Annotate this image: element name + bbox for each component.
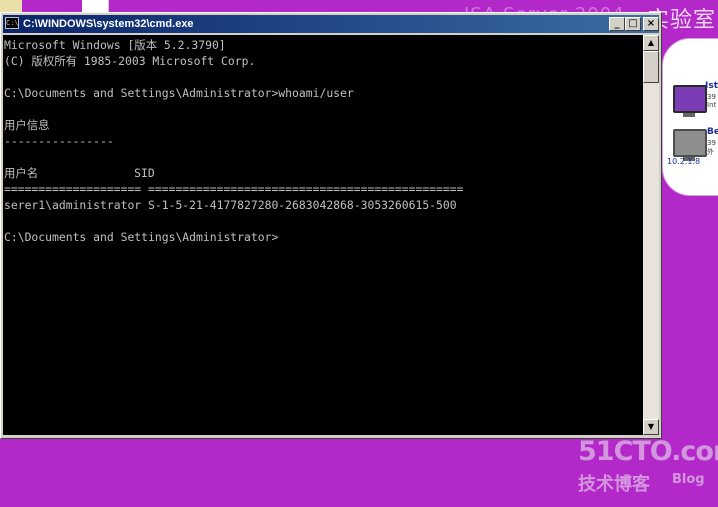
watermark-blog: Blog	[672, 472, 705, 487]
console-line: C:\Documents and Settings\Administrator>…	[4, 86, 354, 100]
computer-monitor-icon	[673, 129, 707, 161]
watermark-sub: 技术博客	[578, 474, 650, 495]
watermark-main: 51CTO.com	[578, 436, 718, 467]
close-button[interactable]: ×	[643, 17, 659, 31]
node-label: Ista	[705, 81, 718, 91]
node-sub: Int	[707, 101, 717, 109]
console-line: ----------------	[4, 134, 114, 148]
title-bar[interactable]: C:\ C:\WINDOWS\system32\cmd.exe _ □ ×	[3, 15, 659, 33]
vertical-scrollbar[interactable]: ▲ ▼	[643, 35, 659, 435]
console-line: serer1\administrator S-1-5-21-4177827280…	[4, 198, 457, 212]
console-output[interactable]: Microsoft Windows [版本 5.2.3790] (C) 版权所有…	[3, 35, 643, 435]
scroll-up-button[interactable]: ▲	[643, 35, 659, 51]
console-line: 用户信息	[4, 118, 50, 132]
cmd-window: C:\ C:\WINDOWS\system32\cmd.exe _ □ × Mi…	[0, 12, 662, 439]
node-ip: 10.2.1.8	[667, 157, 701, 166]
maximize-button[interactable]: □	[625, 17, 641, 31]
console-line: 用户名 SID	[4, 166, 155, 180]
minimize-button[interactable]: _	[609, 17, 625, 31]
console-line: ==================== ===================…	[4, 182, 464, 196]
computer-monitor-icon	[673, 85, 707, 117]
console-line: C:\Documents and Settings\Administrator>	[4, 230, 279, 244]
scroll-down-button[interactable]: ▼	[643, 419, 659, 435]
console-line: Microsoft Windows [版本 5.2.3790]	[4, 38, 226, 52]
network-diagram: Ista 39 Int Be 39 外 10.2.1.8	[662, 38, 718, 196]
cmd-icon[interactable]: C:\	[5, 17, 19, 29]
desktop-shortcut-icon[interactable]	[0, 0, 22, 12]
desktop-shortcut-icon-2[interactable]	[82, 0, 109, 12]
node-sub: 外	[707, 148, 714, 156]
scroll-thumb[interactable]	[643, 51, 659, 83]
window-title: C:\WINDOWS\system32\cmd.exe	[23, 18, 194, 30]
node-sub: 39	[707, 93, 716, 101]
console-line: (C) 版权所有 1985-2003 Microsoft Corp.	[4, 54, 256, 68]
watermark: 51CTO.com 技术博客 Blog	[578, 436, 718, 506]
node-label: Be	[707, 127, 718, 137]
node-sub: 39	[707, 139, 716, 147]
